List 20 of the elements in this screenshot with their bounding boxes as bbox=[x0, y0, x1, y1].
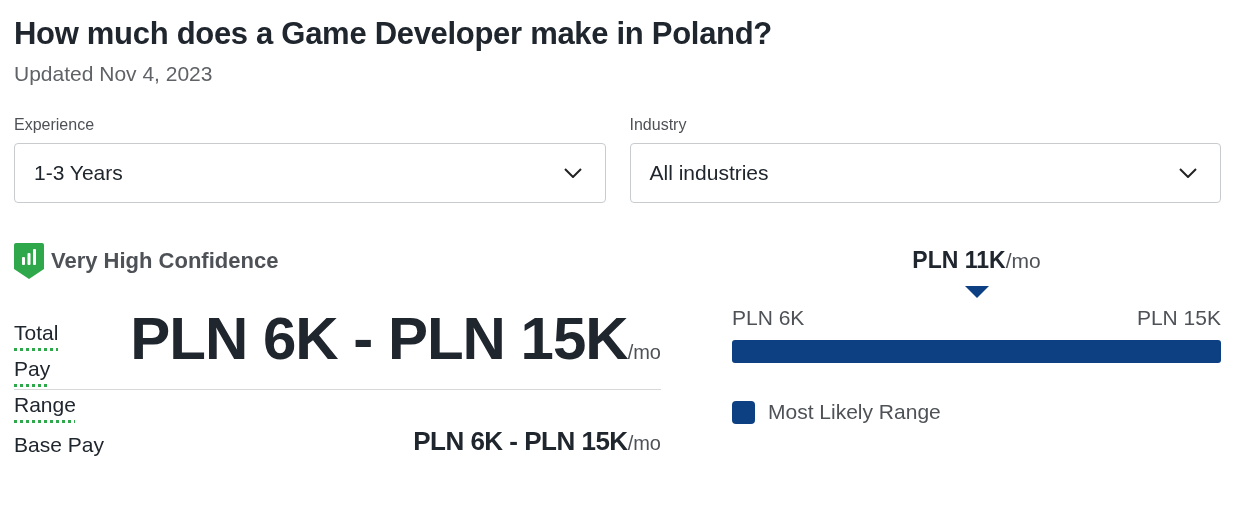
legend-swatch bbox=[732, 400, 755, 424]
updated-date: Updated Nov 4, 2023 bbox=[14, 62, 214, 86]
pay-range: PLN 6K - PLN 15K/mo bbox=[130, 304, 661, 374]
pay-range: PLN 6K - PLN 15K/mo bbox=[413, 426, 661, 457]
pay-label: Base Pay bbox=[14, 433, 104, 457]
legend-label: Most Likely Range bbox=[768, 400, 941, 424]
page-title: How much does a Game Developer make in Poland? bbox=[14, 15, 773, 53]
chevron-down-icon bbox=[563, 168, 582, 178]
filter-label: Industry bbox=[629, 116, 688, 134]
dropdown[interactable]: 1-3 Years bbox=[14, 143, 606, 203]
marker-triangle-icon bbox=[964, 286, 989, 298]
filter-label: Experience bbox=[14, 116, 96, 134]
range-high-label: PLN 15K bbox=[1136, 306, 1221, 330]
dropdown[interactable]: All industries bbox=[629, 143, 1221, 203]
chevron-down-icon bbox=[1179, 168, 1197, 178]
range-low-label: PLN 6K bbox=[732, 306, 805, 330]
tooltip-label[interactable]: Total Pay Range bbox=[14, 315, 74, 423]
confidence-label: Very High Confidence bbox=[51, 248, 279, 274]
median-pay: PLN 11K/mo bbox=[912, 247, 1041, 274]
confidence-shield-icon bbox=[14, 243, 44, 279]
